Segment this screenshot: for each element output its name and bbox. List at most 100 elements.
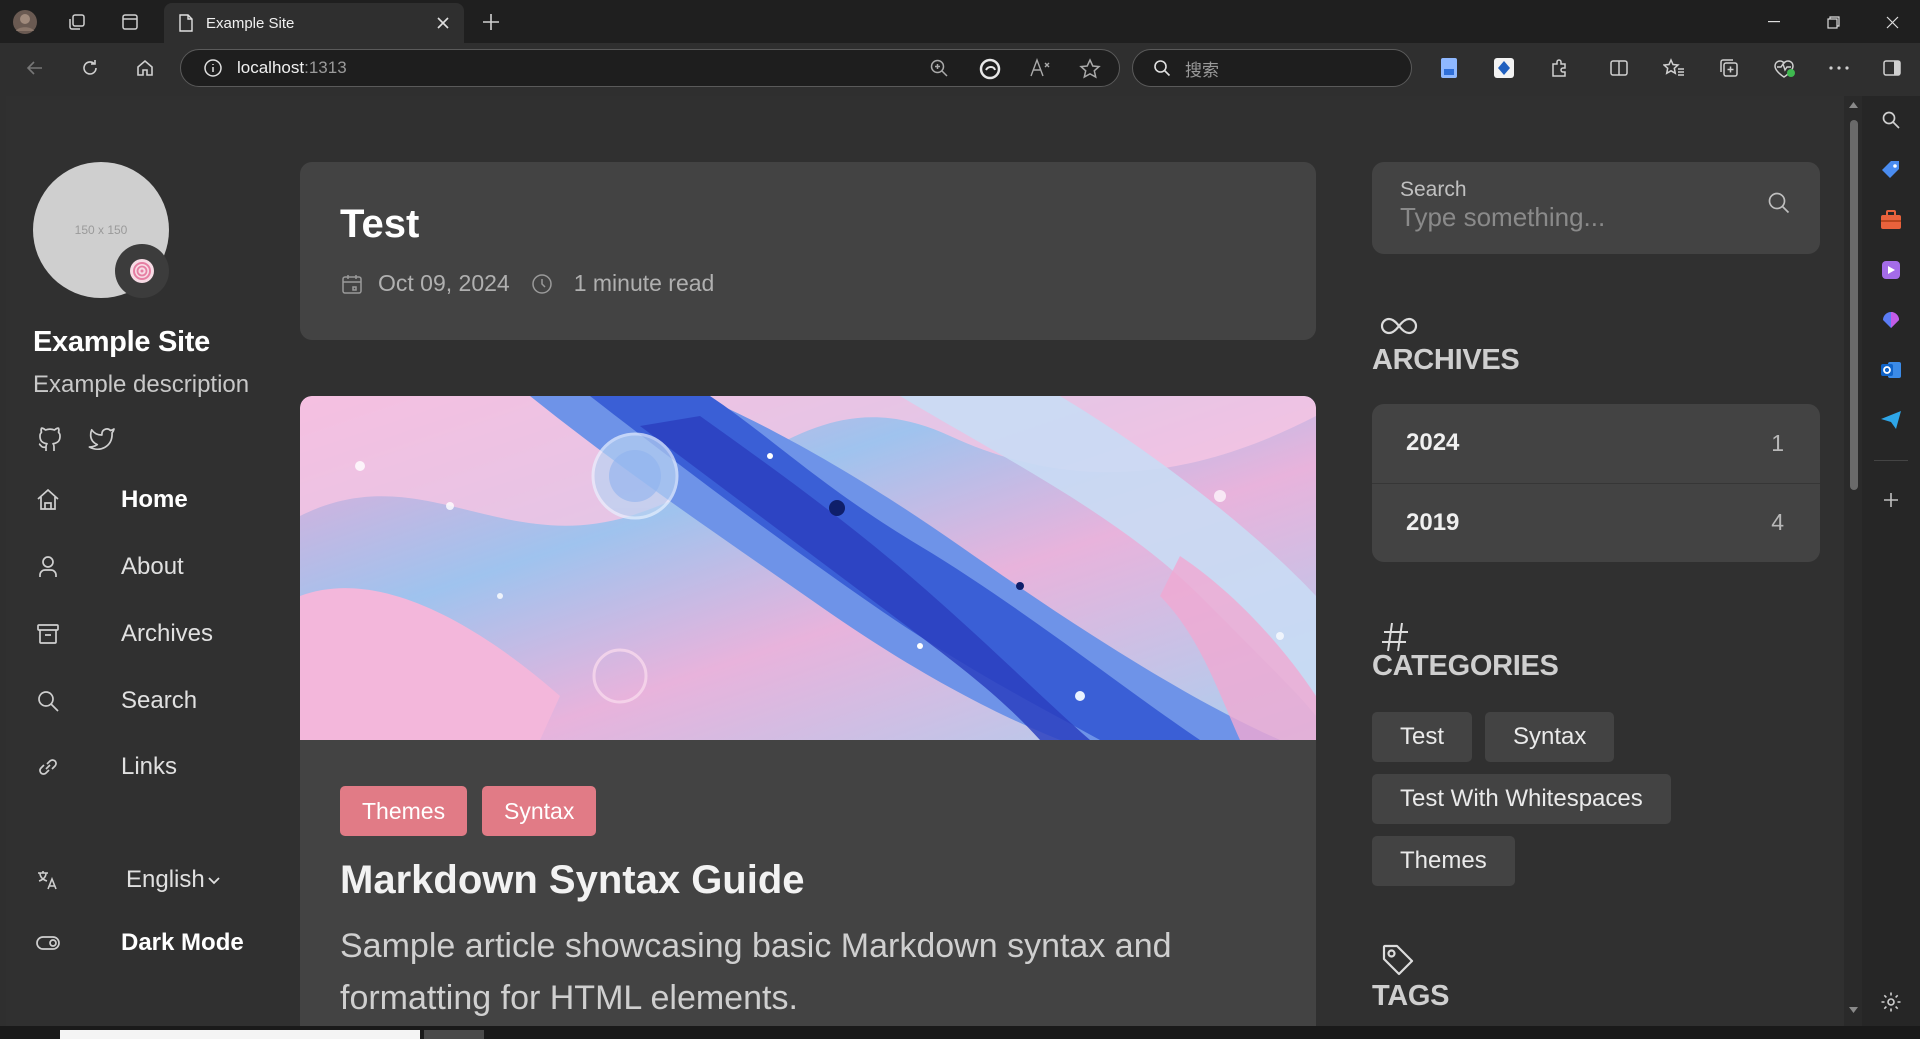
extension-s-icon[interactable] xyxy=(1489,53,1519,83)
outlook-icon[interactable] xyxy=(1877,356,1905,384)
nav-search[interactable]: Search xyxy=(33,681,283,721)
split-screen-icon[interactable] xyxy=(1604,53,1634,83)
browser-toolbar: localhost:1313 搜索 xyxy=(0,43,1920,93)
nav-archives[interactable]: Archives xyxy=(33,614,283,654)
workspaces-icon[interactable] xyxy=(64,9,90,35)
read-aloud-icon[interactable] xyxy=(1029,58,1051,78)
search-widget-input[interactable] xyxy=(1400,202,1760,233)
back-icon[interactable] xyxy=(20,53,50,83)
games-icon[interactable] xyxy=(1877,256,1905,284)
categories-heading: CATEGORIES xyxy=(1372,650,1559,682)
window-close-icon[interactable] xyxy=(1870,8,1914,36)
category-pill-syntax[interactable]: Syntax xyxy=(482,786,597,836)
close-tab-icon[interactable] xyxy=(436,16,450,30)
nav-home[interactable]: Home xyxy=(33,480,283,520)
telegram-send-icon[interactable] xyxy=(1877,406,1905,434)
nav-links-label: Links xyxy=(121,753,178,780)
nav-about[interactable]: About xyxy=(33,547,283,587)
profile-avatar-icon[interactable] xyxy=(12,9,38,35)
collections-icon[interactable] xyxy=(1714,53,1744,83)
sidebar-divider xyxy=(1874,460,1908,461)
infinity-icon xyxy=(1380,315,1418,337)
archive-year: 2024 xyxy=(1406,429,1460,456)
avatar-placeholder-text: 150 x 150 xyxy=(74,223,128,237)
search-widget-label: Search xyxy=(1400,178,1467,201)
refresh-icon[interactable] xyxy=(75,53,105,83)
browser-tab-bar: Example Site xyxy=(0,0,1920,43)
nav-search-label: Search xyxy=(121,687,198,714)
dark-mode-label: Dark Mode xyxy=(121,929,244,956)
category-chip[interactable]: Test With Whitespaces xyxy=(1372,774,1671,824)
nav-about-label: About xyxy=(121,553,184,580)
github-icon[interactable] xyxy=(36,426,66,456)
archive-row[interactable]: 2019 4 xyxy=(1372,483,1820,561)
site-title[interactable]: Example Site xyxy=(33,326,210,359)
extensions-puzzle-icon[interactable] xyxy=(1544,53,1574,83)
search-submit-icon[interactable] xyxy=(1766,190,1798,222)
sidebar-search-icon[interactable] xyxy=(1877,106,1905,134)
post-title[interactable]: Test xyxy=(340,202,419,247)
archive-year: 2019 xyxy=(1406,508,1460,536)
nav-links[interactable]: Links xyxy=(33,747,283,787)
article-card[interactable]: Themes Syntax Markdown Syntax Guide Samp… xyxy=(300,396,1316,1026)
scroll-thumb[interactable] xyxy=(1850,120,1858,490)
document-extension-icon[interactable] xyxy=(1434,53,1464,83)
edge-copilot-icon[interactable] xyxy=(979,58,1001,80)
category-chip[interactable]: Syntax xyxy=(1485,712,1615,762)
avatar-emoji-icon xyxy=(115,244,169,298)
browser-search-bar[interactable]: 搜索 xyxy=(1132,49,1412,87)
minimize-icon[interactable] xyxy=(1752,8,1796,36)
archives-widget: 2024 1 2019 4 xyxy=(1372,404,1820,562)
scroll-up-icon[interactable] xyxy=(1849,102,1858,108)
language-label: English xyxy=(126,866,205,893)
article-title[interactable]: Markdown Syntax Guide xyxy=(340,858,805,903)
active-tab[interactable]: Example Site xyxy=(164,3,464,43)
article-hero-image[interactable] xyxy=(300,396,1316,740)
twitter-icon[interactable] xyxy=(86,426,116,456)
category-pill-themes[interactable]: Themes xyxy=(340,786,468,836)
taskbar-thumbnail xyxy=(424,1030,484,1039)
browser-search-icon xyxy=(1154,60,1171,77)
page-scrollbar[interactable] xyxy=(1844,96,1862,1026)
restore-icon[interactable] xyxy=(1811,8,1855,36)
favorite-star-icon[interactable] xyxy=(1079,58,1101,80)
home-browser-icon[interactable] xyxy=(130,53,160,83)
new-tab-icon[interactable] xyxy=(478,9,504,35)
taskbar-strip xyxy=(0,1026,1920,1039)
archive-count: 4 xyxy=(1771,509,1784,535)
user-icon xyxy=(39,556,57,577)
vertical-tabs-icon[interactable] xyxy=(117,9,143,35)
toggle-icon xyxy=(36,936,60,950)
site-description: Example description xyxy=(33,371,250,398)
address-bar[interactable]: localhost:1313 xyxy=(180,49,1120,87)
url-host: localhost xyxy=(237,58,305,77)
favorites-icon[interactable] xyxy=(1659,53,1689,83)
language-switcher[interactable]: English xyxy=(33,860,283,900)
tag-icon xyxy=(1380,942,1416,978)
settings-gear-icon[interactable] xyxy=(1877,988,1905,1016)
tags-heading: TAGS xyxy=(1372,980,1450,1012)
browser-essentials-icon[interactable] xyxy=(1769,53,1799,83)
post-header-card: Test Oct 09, 2024 1 minute read xyxy=(300,162,1316,340)
site-info-icon[interactable] xyxy=(203,58,223,78)
tab-title: Example Site xyxy=(206,14,295,32)
more-menu-icon[interactable] xyxy=(1824,53,1854,83)
tools-briefcase-icon[interactable] xyxy=(1877,206,1905,234)
category-chip[interactable]: Test xyxy=(1372,712,1473,762)
add-sidebar-app-icon[interactable] xyxy=(1877,486,1905,514)
archive-icon xyxy=(37,624,59,644)
search-widget: Search xyxy=(1372,162,1820,254)
shopping-tag-icon[interactable] xyxy=(1877,156,1905,184)
post-date: Oct 09, 2024 xyxy=(378,270,510,296)
nav-archives-label: Archives xyxy=(121,620,214,647)
archive-row[interactable]: 2024 1 xyxy=(1372,404,1820,482)
zoom-icon[interactable] xyxy=(929,58,949,78)
taskbar-thumbnail xyxy=(60,1030,420,1039)
scroll-down-icon[interactable] xyxy=(1849,1007,1858,1013)
link-icon xyxy=(39,759,57,775)
sidebar-toggle-icon[interactable] xyxy=(1877,53,1907,83)
hash-icon xyxy=(1380,620,1410,654)
category-chip[interactable]: Themes xyxy=(1372,836,1515,886)
dark-mode-toggle[interactable]: Dark Mode xyxy=(33,923,283,963)
copilot-icon[interactable] xyxy=(1877,306,1905,334)
